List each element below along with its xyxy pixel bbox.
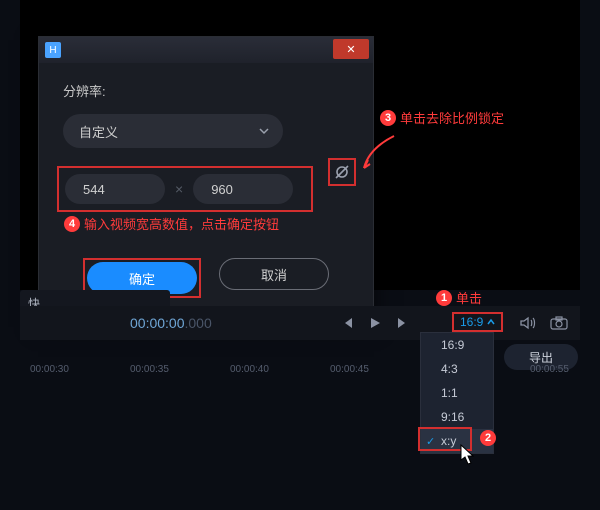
next-frame-icon[interactable] [396,316,410,330]
check-icon: ✓ [426,435,435,448]
times-glyph: × [175,181,183,197]
close-button[interactable]: ✕ [333,39,369,59]
annotation-4: 4 输入视频宽高数值，点击确定按钮 [64,214,279,233]
timeline-ruler[interactable]: 00:00:30 00:00:35 00:00:40 00:00:45 00:0… [20,360,580,380]
chevron-up-icon [487,318,495,326]
aspect-ratio-label: 16:9 [460,315,483,329]
ratio-option-4-3[interactable]: 4:3 [421,357,493,381]
ratio-option-label: 1:1 [441,386,458,400]
ruler-tick: 00:00:40 [230,364,269,375]
resolution-select[interactable]: 自定义 [63,114,283,148]
annotation-badge-2: 2 [480,430,496,446]
playback-controls-bar: 00:00:00.000 16:9 [20,306,580,340]
dialog-body: 分辨率: 自定义 × 确定 取消 [39,63,373,322]
cancel-button[interactable]: 取消 [219,258,329,290]
ratio-option-label: 9:16 [441,410,464,424]
unlink-icon [333,163,351,181]
ruler-tick: 00:00:45 [330,364,369,375]
annotation-3: 3 单击去除比例锁定 [380,108,504,127]
aspect-lock-button[interactable] [328,158,356,186]
ratio-option-label: 4:3 [441,362,458,376]
snapshot-icon[interactable] [550,316,568,330]
ratio-option-16-9[interactable]: 16:9 [421,333,493,357]
annotation-1: 1 单击 [436,288,482,307]
height-input[interactable] [193,174,293,204]
resolution-dialog: H ✕ 分辨率: 自定义 × 确定 取消 [38,36,374,323]
annotation-badge-4: 4 [64,216,80,232]
prev-frame-icon[interactable] [340,316,354,330]
ruler-tick: 00:00:55 [530,364,569,375]
dialog-titlebar[interactable]: H ✕ [39,37,373,63]
select-value: 自定义 [79,122,118,141]
annotation-text-3: 单击去除比例锁定 [400,108,504,127]
ratio-option-9-16[interactable]: 9:16 [421,405,493,429]
ruler-tick: 00:00:35 [130,364,169,375]
annotation-2: 2 [480,430,496,446]
annotation-text-4: 输入视频宽高数值，点击确定按钮 [84,214,279,233]
ratio-option-1-1[interactable]: 1:1 [421,381,493,405]
timecode-ms: .000 [185,315,212,331]
volume-icon[interactable] [520,316,536,330]
ruler-tick: 00:00:30 [30,364,69,375]
aspect-ratio-button[interactable]: 16:9 [452,312,503,332]
annotation-text-1: 单击 [456,288,482,307]
annotation-badge-3: 3 [380,110,396,126]
ratio-option-label: 16:9 [441,338,464,352]
timecode-display: 00:00:00.000 [130,315,212,332]
app-icon: H [45,42,61,58]
timecode-main: 00:00:00 [130,315,185,331]
play-icon[interactable] [368,316,382,330]
resolution-label: 分辨率: [63,81,349,100]
width-height-row: × [57,166,313,212]
width-input[interactable] [65,174,165,204]
ratio-option-label: x:y [441,434,456,448]
chevron-down-icon [259,126,269,136]
annotation-badge-1: 1 [436,290,452,306]
transport-controls [340,306,410,340]
